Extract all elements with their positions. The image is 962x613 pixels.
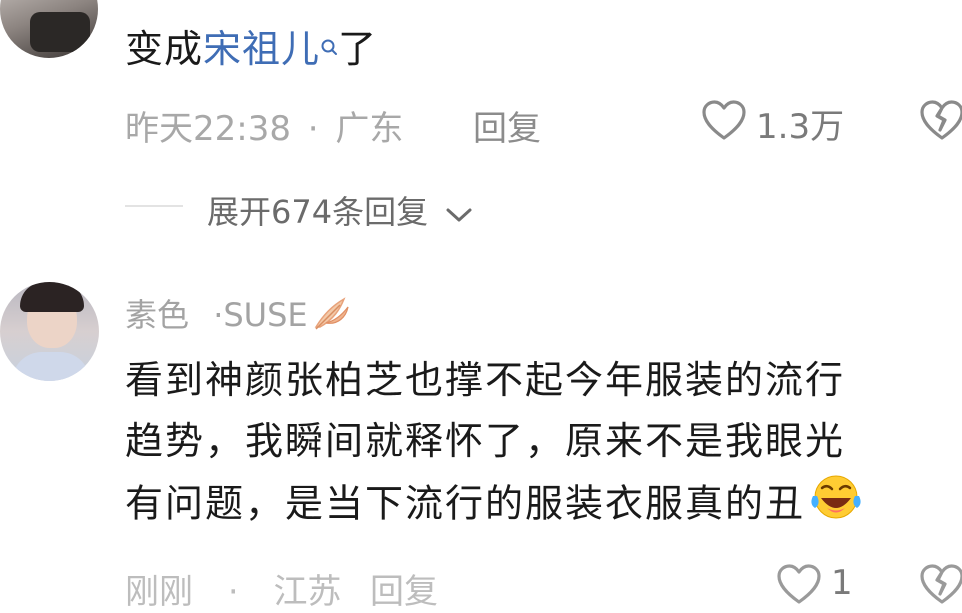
comment-username[interactable]: 素色 ·SUSE: [125, 290, 354, 341]
like-count: 1.3万: [756, 107, 845, 147]
comment-time: 刚刚: [125, 572, 193, 612]
laughing-crying-emoji: [809, 472, 863, 540]
comment-line: 有问题，是当下流行的服装衣服真的丑: [125, 472, 863, 540]
meta-separator: ·: [227, 572, 239, 612]
comment-meta: 昨天22:38 · 广东: [125, 101, 403, 150]
comment-meta: 刚刚 · 江苏: [125, 564, 341, 613]
expand-replies-label: 展开674条回复: [207, 193, 429, 231]
username-text: 素色: [125, 296, 190, 334]
expand-divider: [125, 205, 183, 207]
like-count: 1: [831, 563, 853, 603]
expand-replies-button[interactable]: 展开674条回复: [207, 187, 474, 233]
username-suffix: SUSE: [223, 296, 308, 334]
heart-outline-icon: [700, 98, 748, 146]
chevron-down-icon: [444, 195, 474, 233]
comment-line: 趋势，我瞬间就释怀了，原来不是我眼光: [125, 419, 846, 463]
avatar[interactable]: [0, 0, 98, 58]
broken-heart-icon[interactable]: [918, 98, 962, 146]
maple-leaf-icon: [310, 293, 354, 341]
search-icon[interactable]: [320, 28, 338, 66]
reply-button[interactable]: 回复: [370, 564, 438, 613]
comment-line: 看到神颜张柏芝也撑不起今年服装的流行: [125, 358, 846, 402]
meta-separator: ·: [307, 109, 319, 149]
comment-location: 江苏: [273, 572, 342, 612]
reply-button[interactable]: 回复: [473, 101, 541, 150]
username-separator: ·: [213, 296, 224, 334]
comment-body: 看到神颜张柏芝也撑不起今年服装的流行 趋势，我瞬间就释怀了，原来不是我眼光 有问…: [125, 350, 863, 540]
comment-time: 昨天22:38: [125, 109, 291, 149]
heart-outline-icon: [775, 562, 823, 610]
comment-line-text: 有问题，是当下流行的服装衣服真的丑: [125, 481, 806, 526]
avatar[interactable]: [0, 282, 99, 381]
comment-text: 变成宋祖儿了: [125, 30, 377, 68]
comment-text-prefix: 变成: [125, 27, 204, 71]
mention-link[interactable]: 宋祖儿: [203, 27, 320, 71]
comment-location: 广东: [335, 109, 404, 149]
broken-heart-icon[interactable]: [918, 562, 962, 610]
comment-text-suffix: 了: [338, 27, 378, 71]
